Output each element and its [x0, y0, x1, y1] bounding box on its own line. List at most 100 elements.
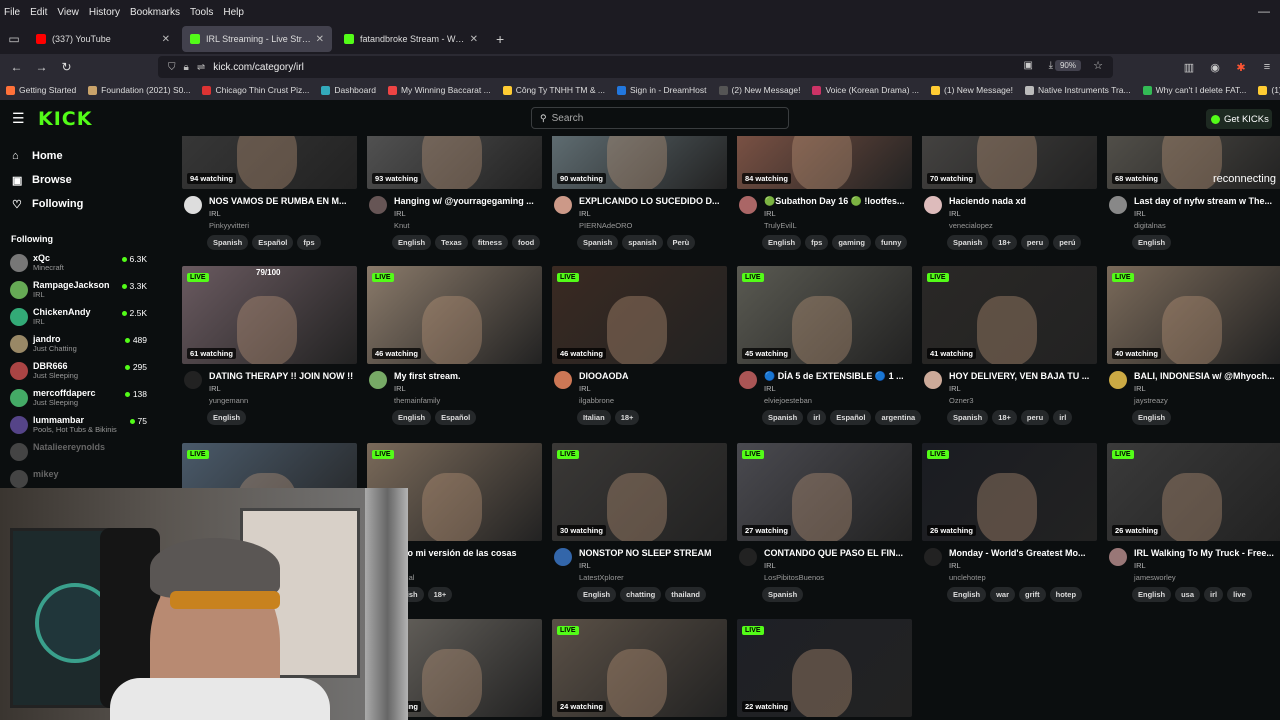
- sidebar-nav-home[interactable]: ⌂ Home: [0, 144, 160, 168]
- tag-chip[interactable]: gaming: [832, 235, 872, 250]
- tag-chip[interactable]: fps: [805, 235, 829, 250]
- reload-button[interactable]: ↻: [54, 60, 79, 74]
- avatar[interactable]: [554, 548, 572, 566]
- bookmark-item[interactable]: (1) New Message!: [931, 85, 1013, 95]
- tag-chip[interactable]: 18+: [614, 410, 640, 425]
- stream-username[interactable]: elviejoesteban: [764, 396, 812, 405]
- tag-chip[interactable]: live: [1227, 587, 1252, 602]
- search-input[interactable]: ⚲ Search: [531, 107, 789, 129]
- stream-thumbnail[interactable]: 70 watching: [922, 136, 1097, 189]
- bookmark-item[interactable]: Chicago Thin Crust Piz...: [202, 85, 309, 95]
- stream-thumbnail[interactable]: LIVE 24 watching: [552, 619, 727, 717]
- stream-title[interactable]: BALI, INDONESIA w/ @Mhyoch...: [1134, 371, 1280, 381]
- stream-username[interactable]: themainfamily: [394, 396, 440, 405]
- stream-card[interactable]: 94 watching NOS VAMOS DE RUMBA EN M... IRL…: [182, 136, 357, 259]
- stream-username[interactable]: yungemann: [209, 396, 248, 405]
- menu-icon[interactable]: ≡: [1254, 61, 1280, 73]
- tab-close-icon[interactable]: ✕: [316, 34, 324, 45]
- stream-title[interactable]: CONTANDO QUE PASO EL FIN...: [764, 548, 912, 558]
- tag-chip[interactable]: Spanish: [762, 587, 804, 602]
- extension-icon[interactable]: ✱: [1228, 61, 1254, 74]
- tag-chip[interactable]: usa: [1175, 587, 1201, 602]
- tag-chip[interactable]: food: [512, 235, 541, 250]
- avatar[interactable]: [184, 196, 202, 214]
- stream-card[interactable]: LIVE 45 watching 🔵 DÍA 5 de EXTENSIBLE 🔵 1…: [737, 266, 922, 434]
- tab-overview-icon[interactable]: ▭: [0, 32, 28, 46]
- avatar[interactable]: [924, 548, 942, 566]
- stream-username[interactable]: TrulyEvilL: [764, 221, 797, 230]
- tag-chip[interactable]: Perù: [666, 235, 696, 250]
- stream-thumbnail[interactable]: 68 watching reconnecting: [1107, 136, 1280, 189]
- minimize-button[interactable]: —: [1258, 4, 1270, 18]
- tag-chip[interactable]: grift: [1019, 587, 1046, 602]
- tab-close-icon[interactable]: ✕: [162, 34, 170, 45]
- stream-card[interactable]: LIVE 24 watching: [552, 619, 727, 717]
- new-tab-button[interactable]: +: [496, 31, 504, 47]
- stream-title[interactable]: My first stream.: [394, 371, 542, 381]
- stream-thumbnail[interactable]: LIVE 45 watching: [737, 266, 912, 364]
- tag-chip[interactable]: chatting: [620, 587, 662, 602]
- shield-icon[interactable]: ⛉: [168, 62, 176, 73]
- stream-card[interactable]: 84 watching 🟢Subathon Day 16 🟢 !lootfes..…: [737, 136, 912, 259]
- avatar[interactable]: [369, 371, 387, 389]
- tag-chip[interactable]: English: [1132, 410, 1172, 425]
- stream-username[interactable]: PIERNAdeORO: [579, 221, 632, 230]
- stream-title[interactable]: EXPLICANDO LO SUCEDIDO D...: [579, 196, 727, 206]
- stream-category[interactable]: IRL: [579, 209, 591, 218]
- stream-username[interactable]: Knut: [394, 221, 409, 230]
- browser-tab[interactable]: (337) YouTube ✕: [28, 26, 178, 52]
- stream-title[interactable]: 🔵 DÍA 5 de EXTENSIBLE 🔵 1 ...: [764, 371, 912, 382]
- tag-chip[interactable]: Texas: [435, 235, 468, 250]
- stream-thumbnail[interactable]: 93 watching: [367, 136, 542, 189]
- stream-thumbnail[interactable]: 90 watching: [552, 136, 727, 189]
- menu-history[interactable]: History: [89, 7, 120, 18]
- stream-card[interactable]: LIVE 22 watching: [737, 619, 912, 717]
- stream-category[interactable]: IRL: [394, 209, 406, 218]
- following-item[interactable]: xQc Minecraft 6.3K: [0, 250, 160, 277]
- menu-view[interactable]: View: [57, 7, 79, 18]
- tag-chip[interactable]: irl: [1053, 410, 1073, 425]
- stream-category[interactable]: IRL: [764, 561, 776, 570]
- following-item[interactable]: RampageJackson IRL 3.3K: [0, 277, 160, 304]
- tag-chip[interactable]: English: [577, 587, 617, 602]
- stream-title[interactable]: DATING THERAPY !! JOIN NOW !!: [209, 371, 357, 381]
- menu-edit[interactable]: Edit: [30, 7, 47, 18]
- stream-card[interactable]: 90 watching EXPLICANDO LO SUCEDIDO D... IR…: [552, 136, 727, 259]
- tab-close-icon[interactable]: ✕: [470, 34, 478, 45]
- stream-card[interactable]: LIVE 61 watching 79/100 DATING THERAPY !! J…: [182, 266, 357, 434]
- stream-title[interactable]: 🟢Subathon Day 16 🟢 !lootfes...: [764, 196, 912, 207]
- stream-category[interactable]: IRL: [949, 384, 961, 393]
- stream-thumbnail[interactable]: LIVE 40 watching: [1107, 266, 1280, 364]
- stream-username[interactable]: unclehotep: [949, 573, 986, 582]
- stream-title[interactable]: Haciendo nada xd: [949, 196, 1097, 206]
- stream-username[interactable]: venecialopez: [949, 221, 993, 230]
- reader-view-icon[interactable]: ▥: [1176, 61, 1202, 74]
- stream-card[interactable]: LIVE 40 watching BALI, INDONESIA w/ @Mhyoc…: [1107, 266, 1280, 434]
- tag-chip[interactable]: funny: [875, 235, 908, 250]
- stream-card[interactable]: LIVE 27 watching CONTANDO QUE PASO EL FIN.…: [737, 443, 912, 611]
- tag-chip[interactable]: English: [762, 235, 802, 250]
- bookmark-star-icon[interactable]: ☆: [1093, 59, 1103, 72]
- stream-card[interactable]: 70 watching Haciendo nada xd IRL venecialop…: [922, 136, 1097, 259]
- back-button[interactable]: ←: [4, 60, 29, 74]
- stream-card[interactable]: LIVE 26 watching IRL Walking To My Truck -…: [1107, 443, 1280, 611]
- stream-card[interactable]: LIVE 46 watching DIOOAODA IRL ilgabbrone Ital…: [552, 266, 727, 434]
- stream-thumbnail[interactable]: LIVE 26 watching: [1107, 443, 1280, 541]
- tag-chip[interactable]: Spanish: [762, 410, 804, 425]
- tag-chip[interactable]: English: [392, 410, 432, 425]
- stream-thumbnail[interactable]: LIVE 61 watching 79/100: [182, 266, 357, 364]
- tag-chip[interactable]: thailand: [665, 587, 707, 602]
- tag-chip[interactable]: argentina: [875, 410, 922, 425]
- stream-card[interactable]: LIVE 46 watching My first stream. IRL themai…: [367, 266, 542, 434]
- lock-icon[interactable]: 🔒︎: [184, 62, 189, 73]
- tag-chip[interactable]: English: [1132, 587, 1172, 602]
- browser-tab[interactable]: IRL Streaming - Live Streams on Kick ✕: [182, 26, 332, 52]
- stream-username[interactable]: Pinkyyvitteri: [209, 221, 249, 230]
- avatar[interactable]: [369, 196, 387, 214]
- stream-thumbnail[interactable]: LIVE 46 watching: [367, 266, 542, 364]
- stream-thumbnail[interactable]: LIVE 41 watching: [922, 266, 1097, 364]
- stream-card[interactable]: LIVE 26 watching Monday - World's Greatest…: [922, 443, 1097, 611]
- stream-title[interactable]: NOS VAMOS DE RUMBA EN M...: [209, 196, 357, 206]
- stream-category[interactable]: IRL: [209, 209, 221, 218]
- bookmark-item[interactable]: Getting Started: [6, 85, 76, 95]
